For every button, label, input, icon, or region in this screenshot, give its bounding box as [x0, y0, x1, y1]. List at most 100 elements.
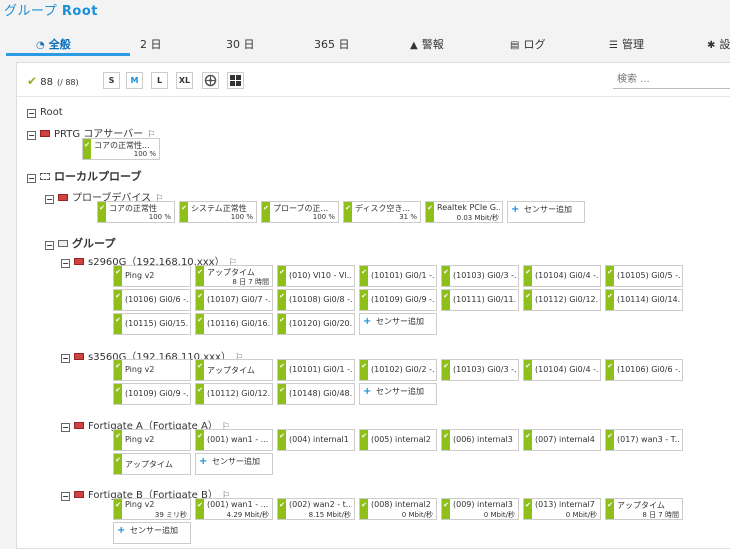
tab-settings[interactable]: ✱ 設 — [707, 36, 730, 52]
sensor-tile[interactable]: ✔ プローブの正... 100 % — [261, 201, 339, 223]
sensor-tile[interactable]: ✔ (001) wan1 - ... 4.29 Mbit/秒 — [195, 498, 273, 520]
collapse-icon: − — [61, 423, 70, 432]
sunburst-icon — [204, 74, 217, 87]
check-icon: ✔ — [360, 266, 368, 286]
sensor-tile[interactable]: ✔ アップタイム — [195, 359, 273, 381]
sensor-tile[interactable]: ✔(004) internal1 ... — [277, 429, 355, 451]
tab-2days[interactable]: 2 日 — [140, 36, 162, 52]
sensor-tile[interactable]: ✔ (001) wan1 - ... — [195, 429, 273, 451]
sensor-tile[interactable]: ✔ (010) Vl10 - Vl... — [277, 265, 355, 287]
sensor-tile[interactable]: ✔ (10107) Gi0/7 -... — [195, 289, 273, 311]
tile-view-button[interactable] — [227, 72, 244, 89]
sensor-tile[interactable]: ✔(013) internal7 ... 0 Mbit/秒 — [523, 498, 601, 520]
sensor-tile[interactable]: ✔(005) internal2 ... — [359, 429, 437, 451]
add-sensor-button[interactable]: + センサー追加 — [359, 383, 437, 405]
sensor-tile[interactable]: ✔ (10112) Gi0/12... — [195, 383, 273, 405]
sensor-tile[interactable]: ✔ (10109) Gi0/9 -... — [113, 383, 191, 405]
tree-node-root[interactable]: − Root — [27, 107, 63, 118]
collapse-icon: − — [45, 241, 54, 250]
sensor-tile[interactable]: ✔ (10112) Gi0/12... — [523, 289, 601, 311]
check-icon: ✔ — [524, 360, 532, 380]
tab-overview[interactable]: ◔ 全般 — [36, 36, 71, 52]
sensor-tile[interactable]: ✔ (10104) Gi0/4 -... — [523, 265, 601, 287]
device-icon — [74, 353, 84, 360]
sensor-tile[interactable]: ✔ システム正常性 100 % — [179, 201, 257, 223]
check-icon: ✔ — [114, 314, 122, 334]
add-sensor-button[interactable]: + センサー追加 — [359, 313, 437, 335]
sensor-tile[interactable]: ✔ Realtek PCIe G... 0.03 Mbit/秒 — [425, 201, 503, 223]
sensor-name: (10106) Gi0/6 -... — [617, 365, 680, 374]
check-icon: ✔ — [344, 202, 352, 222]
ok-sensor-count[interactable]: ✔ 88 (/ 88) — [27, 74, 79, 88]
tree-node-local-probe[interactable]: − ローカルプローブ — [27, 168, 141, 184]
sensor-tile[interactable]: ✔ アップタイム 8 日 7 時間 — [195, 265, 273, 287]
tab-30days[interactable]: 30 日 — [226, 36, 255, 52]
size-xl-button[interactable]: XL — [176, 72, 193, 89]
sensor-tile[interactable]: ✔(007) internal4 ... — [523, 429, 601, 451]
sensor-tile[interactable]: ✔ コアの正常性... 100 % — [82, 138, 160, 160]
add-sensor-button[interactable]: + センサー追加 — [113, 522, 191, 544]
sensor-tile[interactable]: ✔(006) internal3 ... — [441, 429, 519, 451]
sensor-tile[interactable]: ✔ Ping v2 — [113, 429, 191, 451]
tab-management[interactable]: ☰ 管理 — [609, 36, 644, 52]
sensor-tile[interactable]: ✔ (10104) Gi0/4 -... — [523, 359, 601, 381]
page-title: グループ Root — [4, 0, 98, 19]
sensor-tile[interactable]: ✔ (10103) Gi0/3 -... — [441, 359, 519, 381]
toolbar: ✔ 88 (/ 88) S M L XL — [17, 63, 730, 97]
sensor-tile[interactable]: ✔ (10109) Gi0/9 -... — [359, 289, 437, 311]
search-input[interactable] — [613, 71, 730, 89]
sensor-name: (10102) Gi0/2 -... — [371, 365, 434, 374]
collapse-icon: − — [27, 109, 36, 118]
add-sensor-button[interactable]: + センサー追加 — [195, 453, 273, 475]
sensor-tile[interactable]: ✔ (10106) Gi0/6 -... — [113, 289, 191, 311]
sensor-tile[interactable]: ✔ アップタイム 8 日 7 時間 — [605, 498, 683, 520]
sensor-name: (10107) Gi0/7 -... — [207, 295, 270, 304]
size-l-button[interactable]: L — [151, 72, 168, 89]
sensor-tile[interactable]: ✔ コアの正常性 100 % — [97, 201, 175, 223]
tab-alarms[interactable]: ▲ 警報 — [410, 36, 444, 52]
plus-icon: + — [511, 204, 520, 215]
sensor-tile[interactable]: ✔ (10114) Gi0/14... — [605, 289, 683, 311]
sensor-tile[interactable]: ✔ (10102) Gi0/2 -... — [359, 359, 437, 381]
tab-log[interactable]: ▤ ログ — [510, 36, 545, 52]
sensor-tile[interactable]: ✔ (10111) Gi0/11... — [441, 289, 519, 311]
sensor-name: (10109) Gi0/9 -... — [371, 295, 434, 304]
tree-node-group[interactable]: − グループ — [45, 235, 115, 251]
sensor-tile[interactable]: ✔ (10103) Gi0/3 -... — [441, 265, 519, 287]
sensor-value: 39 ミリ秒 — [154, 511, 187, 519]
check-icon: ✔ — [360, 360, 368, 380]
sensor-tile[interactable]: ✔ ディスク空き... 31 % — [343, 201, 421, 223]
sensor-tile[interactable]: ✔(009) internal3 ... 0 Mbit/秒 — [441, 498, 519, 520]
sensor-tile[interactable]: ✔ (10101) Gi0/1 -... — [359, 265, 437, 287]
sensor-tile[interactable]: ✔ (10105) Gi0/5 -... — [605, 265, 683, 287]
sensor-tile[interactable]: ✔ アップタイム — [113, 453, 191, 475]
sensor-tile[interactable]: ✔ Ping v2 — [113, 359, 191, 381]
check-icon: ✔ — [442, 430, 450, 450]
plus-icon: + — [199, 456, 208, 467]
add-sensor-button[interactable]: + センサー追加 — [507, 201, 585, 223]
sensor-tile[interactable]: ✔ (002) wan2 - t... 8.15 Mbit/秒 — [277, 498, 355, 520]
sensor-tile[interactable]: ✔ Ping v2 — [113, 265, 191, 287]
sensor-name: (013) internal7 ... — [535, 500, 598, 509]
size-m-button[interactable]: M — [126, 72, 143, 89]
check-icon: ✔ — [180, 202, 188, 222]
sensor-tile[interactable]: ✔ (10108) Gi0/8 -... — [277, 289, 355, 311]
check-icon: ✔ — [360, 290, 368, 310]
check-icon: ✔ — [262, 202, 270, 222]
sensor-tile[interactable]: ✔ (10106) Gi0/6 -... — [605, 359, 683, 381]
sensor-name: (10112) Gi0/12... — [535, 295, 598, 304]
sensor-tile[interactable]: ✔ Ping v2 39 ミリ秒 — [113, 498, 191, 520]
check-icon: ✔ — [442, 360, 450, 380]
sensor-tile[interactable]: ✔(008) internal2 ... 0 Mbit/秒 — [359, 498, 437, 520]
size-s-button[interactable]: S — [103, 72, 120, 89]
tab-365days[interactable]: 365 日 — [314, 36, 350, 52]
sunburst-view-button[interactable] — [202, 72, 219, 89]
sensor-tile[interactable]: ✔ (017) wan3 - T... — [605, 429, 683, 451]
sensor-tile[interactable]: ✔ (10148) Gi0/48... — [277, 383, 355, 405]
sensor-tile[interactable]: ✔ (10101) Gi0/1 -... — [277, 359, 355, 381]
check-icon: ✔ — [360, 499, 368, 519]
sensor-tile[interactable]: ✔ (10116) Gi0/16... — [195, 313, 273, 335]
sensor-value: 100 % — [312, 213, 335, 221]
sensor-tile[interactable]: ✔ (10115) Gi0/15... — [113, 313, 191, 335]
sensor-tile[interactable]: ✔ (10120) Gi0/20... — [277, 313, 355, 335]
